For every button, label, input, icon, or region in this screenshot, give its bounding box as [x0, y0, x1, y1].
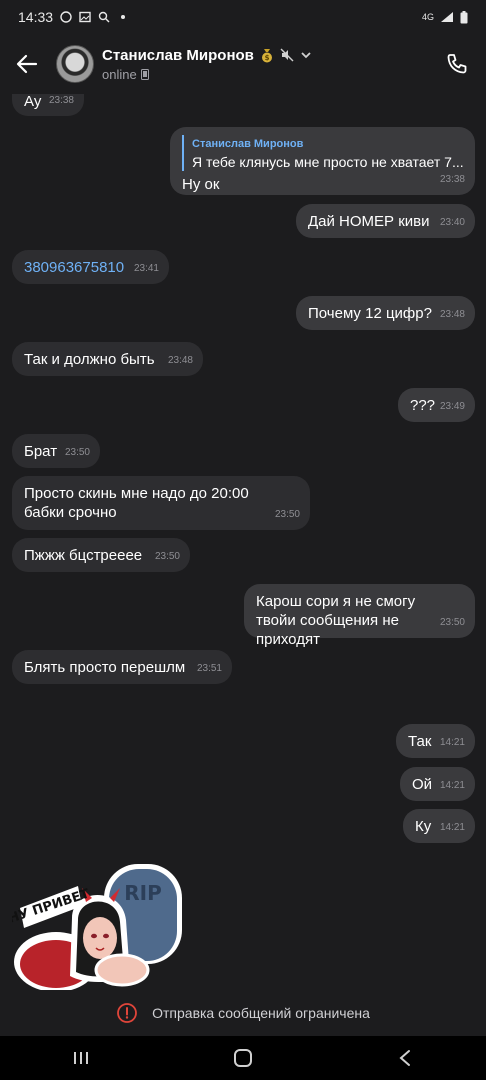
contact-info[interactable]: Станислав Миронов $ online: [102, 47, 312, 82]
message-outgoing[interactable]: Ой 14:21: [400, 767, 475, 801]
back-nav-button[interactable]: [385, 1038, 425, 1078]
message-incoming[interactable]: Блять просто перешлм 23:51: [12, 650, 232, 684]
message-incoming[interactable]: Так и должно быть 23:48: [12, 342, 203, 376]
message-incoming[interactable]: Брат 23:50: [12, 434, 100, 468]
message-outgoing[interactable]: Карош сори я не смогу твойи сообщения не…: [244, 584, 475, 648]
message-time: 14:21: [439, 822, 465, 833]
message-time: 14:21: [439, 737, 465, 748]
message-text: Просто скинь мне надо до 20:00 бабки сро…: [24, 485, 249, 521]
message-text: Карош сори я не смогу твойи сообщения не…: [256, 593, 416, 648]
money-bag-icon: $: [261, 49, 272, 63]
chevron-down-icon: [301, 52, 311, 59]
message-time: 23:50: [154, 551, 180, 562]
sticker-image[interactable]: RIP НУ ПРИВЕТ: [12, 858, 190, 990]
home-button[interactable]: [223, 1038, 263, 1078]
message-text: Ой: [412, 776, 433, 793]
message-text: Ау: [24, 93, 42, 110]
recent-apps-button[interactable]: [61, 1038, 101, 1078]
warning-icon: [117, 1003, 138, 1023]
avatar[interactable]: [56, 45, 94, 83]
reply-text: Я тебе клянусь мне просто не хватает 7..…: [192, 154, 464, 170]
contact-status: online: [102, 66, 137, 82]
system-nav-bar: [0, 1036, 486, 1080]
message-time: 23:48: [167, 355, 193, 366]
reply-quote[interactable]: Станислав Миронов Я тебе клянусь мне про…: [182, 135, 464, 171]
message-text: Почему 12 цифр?: [308, 305, 432, 322]
message-outgoing[interactable]: Почему 12 цифр? 23:48: [296, 296, 475, 330]
message-text: Пжжж бцстреееe: [24, 547, 143, 564]
svg-text:$: $: [264, 54, 269, 62]
reply-author: Станислав Миронов: [192, 138, 304, 150]
message-outgoing[interactable]: Дай НОМЕР киви 23:40: [296, 204, 475, 238]
message-time: 14:21: [439, 780, 465, 791]
phone-number-link[interactable]: 380963675810: [24, 259, 124, 276]
restricted-notice: Отправка сообщений ограничена: [0, 990, 486, 1036]
message-time: 23:41: [133, 263, 159, 274]
message-outgoing[interactable]: Так 14:21: [396, 724, 475, 758]
chat-header: Станислав Миронов $ online: [0, 34, 486, 94]
message-incoming[interactable]: Пжжж бцстреееe 23:50: [12, 538, 190, 572]
contact-name: Станислав Миронов: [102, 46, 254, 64]
phone-icon: [447, 54, 467, 74]
message-text: Ну ок: [182, 176, 220, 193]
message-text: Брат: [24, 443, 58, 460]
chevron-left-icon: [399, 1050, 410, 1066]
message-text: Блять просто перешлм: [24, 659, 186, 676]
message-outgoing[interactable]: ??? 23:49: [398, 388, 475, 422]
message-text: Так: [408, 733, 432, 750]
message-outgoing-reply[interactable]: Станислав Миронов Я тебе клянусь мне про…: [170, 127, 475, 195]
message-time: 23:40: [439, 217, 465, 228]
message-outgoing[interactable]: Ку 14:21: [403, 809, 475, 843]
mobile-device-icon: [140, 68, 149, 80]
call-button[interactable]: [440, 47, 474, 81]
home-icon: [234, 1049, 252, 1067]
message-time: 23:51: [196, 663, 222, 674]
restricted-text: Отправка сообщений ограничена: [152, 1005, 370, 1021]
message-time: 23:50: [64, 447, 90, 458]
message-text: Дай НОМЕР киви: [308, 213, 430, 230]
back-button[interactable]: [12, 49, 42, 79]
message-text: Ку: [415, 818, 432, 835]
arrow-left-icon: [16, 54, 38, 74]
muted-icon: [280, 48, 294, 62]
message-time: 23:38: [439, 174, 465, 185]
message-time: 23:50: [439, 617, 465, 628]
sticker-tombstone-text: RIP: [124, 881, 162, 905]
message-text: ???: [410, 397, 436, 414]
message-time: 23:50: [274, 509, 300, 520]
message-time: 23:49: [439, 401, 465, 412]
message-incoming[interactable]: 380963675810 23:41: [12, 250, 169, 284]
message-text: Так и должно быть: [24, 351, 155, 368]
recent-apps-icon: [74, 1052, 88, 1064]
message-incoming[interactable]: Просто скинь мне надо до 20:00 бабки сро…: [12, 476, 310, 530]
message-time: 23:48: [439, 309, 465, 320]
